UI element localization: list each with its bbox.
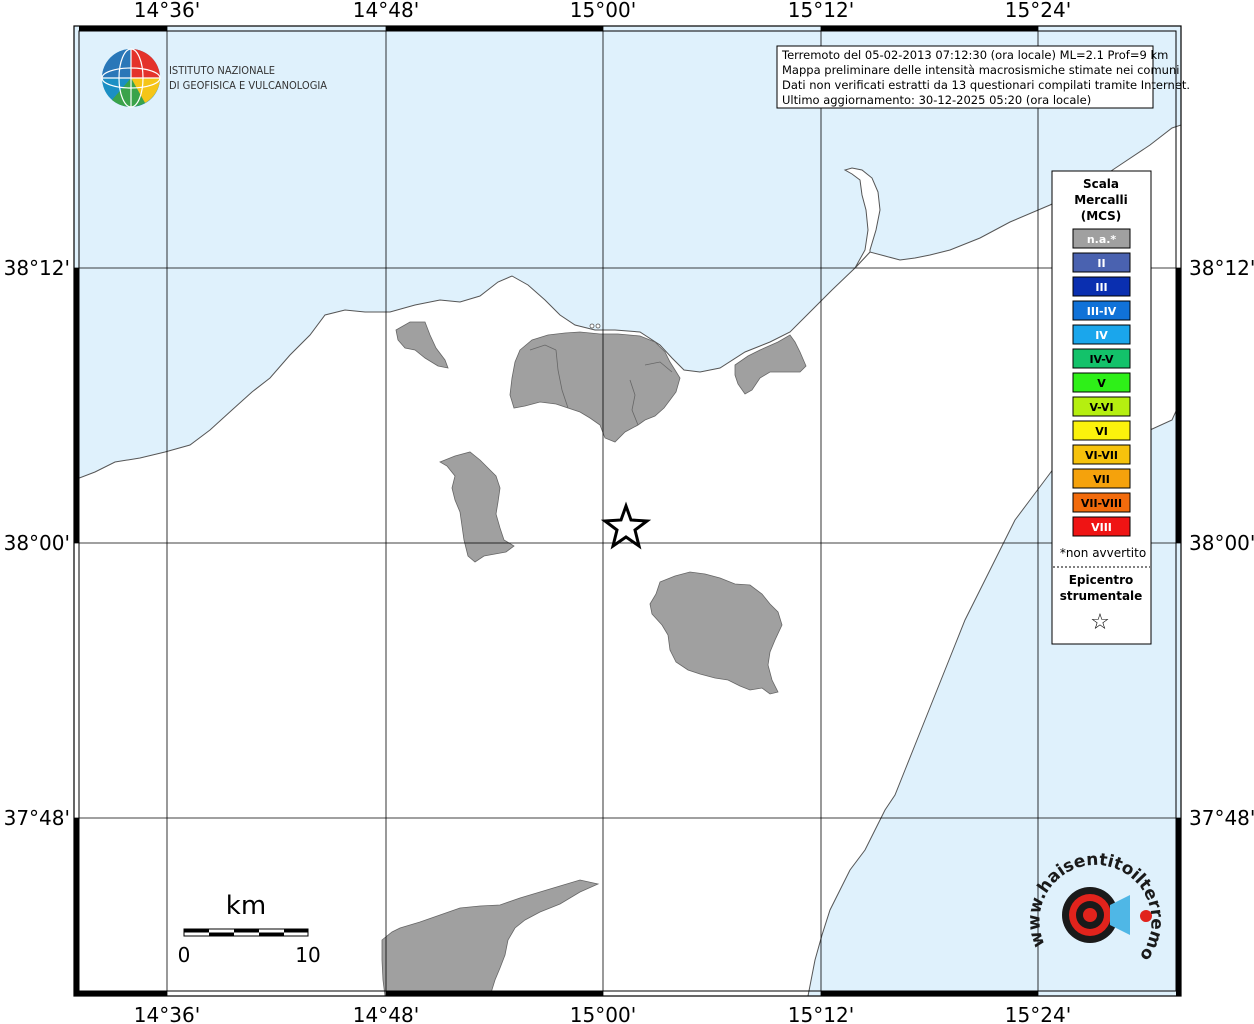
lat-ticks-left: 38°12' 38°00' 37°48'	[4, 256, 70, 830]
legend-label: VI-VII	[1085, 449, 1118, 462]
info-box: Terremoto del 05-02-2013 07:12:30 (ora l…	[776, 45, 1190, 109]
scale-end: 10	[295, 943, 320, 967]
lat-ticks-right: 38°12' 38°00' 37°48'	[1189, 256, 1254, 830]
legend-label: n.a.*	[1087, 233, 1117, 246]
legend-title-2: Mercalli	[1074, 193, 1128, 207]
lon-ticks-bottom: 14°36' 14°48' 15°00' 15°12' 15°24'	[134, 1003, 1071, 1024]
lat-tick: 38°00'	[1189, 531, 1254, 555]
legend-label: VI	[1095, 425, 1108, 438]
legend-title-1: Scala	[1083, 177, 1119, 191]
info-line-3: Dati non verificati estratti da 13 quest…	[782, 78, 1190, 92]
islet	[589, 323, 595, 329]
lon-tick: 15°00'	[570, 0, 636, 22]
lat-tick: 38°12'	[4, 256, 70, 280]
lon-tick: 15°00'	[570, 1003, 636, 1024]
legend-label: V-VI	[1089, 401, 1113, 414]
legend-note: *non avvertito	[1060, 546, 1146, 560]
info-line-4: Ultimo aggiornamento: 30-12-2025 05:20 (…	[782, 93, 1091, 107]
intensity-map: 14°36' 14°48' 15°00' 15°12' 15°24' 14°36…	[0, 0, 1254, 1024]
lon-tick: 14°48'	[353, 0, 419, 22]
epicenter-label-2: strumentale	[1060, 589, 1143, 603]
epicenter-label-1: Epicentro	[1069, 573, 1134, 587]
lon-tick: 14°36'	[134, 0, 200, 22]
logo-line-2: DI GEOFISICA E VULCANOLOGIA	[169, 79, 327, 92]
lon-tick: 14°36'	[134, 1003, 200, 1024]
scale-unit: km	[226, 891, 266, 921]
lon-tick: 15°24'	[1005, 1003, 1071, 1024]
scale-start: 0	[178, 943, 191, 967]
mercalli-legend: Scala Mercalli (MCS) n.a.*IIIIIIII-IVIVI…	[1051, 170, 1152, 645]
star-icon: ☆	[1090, 610, 1110, 635]
legend-label: IV-V	[1089, 353, 1114, 366]
info-line-1: Terremoto del 05-02-2013 07:12:30 (ora l…	[781, 48, 1168, 62]
legend-label: V	[1097, 377, 1106, 390]
logo-line-1: ISTITUTO NAZIONALE	[169, 64, 275, 77]
legend-label: VII	[1093, 473, 1110, 486]
info-line-2: Mappa preliminare delle intensità macros…	[782, 63, 1179, 77]
lat-tick: 38°00'	[4, 531, 70, 555]
legend-label: VIII	[1091, 521, 1112, 534]
lon-tick: 14°48'	[353, 1003, 419, 1024]
lon-tick: 15°12'	[788, 1003, 854, 1024]
legend-label: III-IV	[1087, 305, 1117, 318]
lon-ticks-top: 14°36' 14°48' 15°00' 15°12' 15°24'	[134, 0, 1071, 22]
legend-label: III	[1095, 281, 1107, 294]
lat-tick: 37°48'	[1189, 806, 1254, 830]
islet	[595, 323, 601, 329]
legend-label: VII-VIII	[1081, 497, 1122, 510]
legend-label: II	[1097, 257, 1105, 270]
legend-label: IV	[1095, 329, 1108, 342]
lat-tick: 37°48'	[4, 806, 70, 830]
legend-title-3: (MCS)	[1081, 209, 1122, 223]
lon-tick: 15°24'	[1005, 0, 1071, 22]
globe-icon	[101, 48, 161, 108]
lon-tick: 15°12'	[788, 0, 854, 22]
lat-tick: 38°12'	[1189, 256, 1254, 280]
